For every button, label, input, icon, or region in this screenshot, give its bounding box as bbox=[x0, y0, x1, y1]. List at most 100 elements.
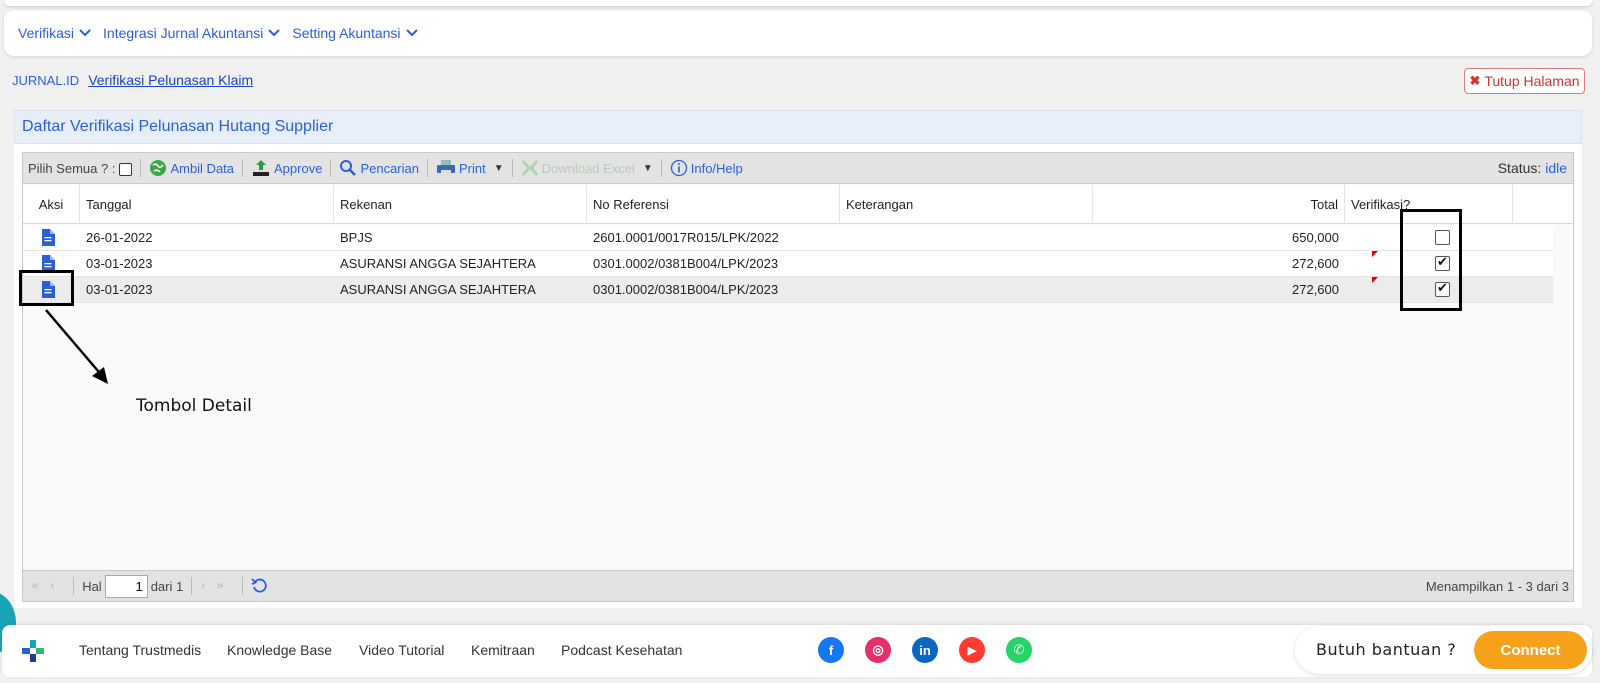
pager-divider bbox=[191, 577, 193, 595]
main-menu-bar: Verifikasi Integrasi Jurnal Akuntansi Se… bbox=[4, 10, 1592, 56]
table-header: Aksi Tanggal Rekenan No Referensi Ketera… bbox=[23, 185, 1573, 224]
menu-verifikasi-label: Verifikasi bbox=[18, 25, 75, 41]
prev-page-icon[interactable]: ‹ bbox=[50, 578, 56, 594]
col-tanggal[interactable]: Tanggal bbox=[80, 185, 334, 224]
cell-tanggal: 26-01-2022 bbox=[86, 230, 153, 245]
status-label: Status: bbox=[1497, 160, 1542, 176]
connect-button[interactable]: Connect bbox=[1474, 631, 1587, 669]
table-row[interactable]: 26-01-2022 BPJS 2601.0001/0017R015/LPK/2… bbox=[23, 225, 1553, 251]
cell-rekenan: ASURANSI ANGGA SEJAHTERA bbox=[340, 256, 536, 271]
breadcrumb-root[interactable]: JURNAL.ID bbox=[12, 73, 79, 88]
info-icon bbox=[670, 159, 687, 177]
close-page-button[interactable]: ✖ Tutup Halaman bbox=[1464, 68, 1585, 94]
menu-setting-akuntansi[interactable]: Setting Akuntansi bbox=[292, 25, 418, 41]
menu-verifikasi[interactable]: Verifikasi bbox=[18, 25, 91, 41]
toolbar-divider bbox=[242, 159, 244, 177]
pager-divider bbox=[242, 577, 244, 595]
col-aksi[interactable]: Aksi bbox=[23, 185, 80, 224]
menu-integrasi-jurnal[interactable]: Integrasi Jurnal Akuntansi bbox=[103, 25, 281, 41]
linkedin-icon[interactable]: in bbox=[912, 637, 938, 663]
next-page-icon[interactable]: › bbox=[200, 578, 206, 594]
last-page-icon[interactable]: » bbox=[216, 578, 225, 594]
cell-rekenan: ASURANSI ANGGA SEJAHTERA bbox=[340, 282, 536, 297]
cell-rekenan: BPJS bbox=[340, 230, 373, 245]
footer-link-video-tutorial[interactable]: Video Tutorial bbox=[359, 642, 444, 658]
cell-keterangan bbox=[840, 277, 846, 303]
cell-tanggal: 03-01-2023 bbox=[86, 256, 153, 271]
menu-setting-label: Setting Akuntansi bbox=[292, 25, 401, 41]
ambil-data-label: Ambil Data bbox=[170, 160, 235, 176]
facebook-icon[interactable]: f bbox=[818, 637, 844, 663]
pencarian-label: Pencarian bbox=[360, 160, 419, 176]
info-help-label: Info/Help bbox=[690, 160, 743, 176]
pager-info: Menampilkan 1 - 3 dari 3 bbox=[1425, 579, 1569, 594]
data-grid: Pilih Semua ? : Ambil Data Approve Penca… bbox=[22, 152, 1574, 602]
excel-icon bbox=[521, 160, 538, 176]
info-help-button[interactable]: Info/Help bbox=[670, 159, 743, 177]
help-text: Butuh bantuan ? bbox=[1316, 640, 1457, 659]
ambil-data-button[interactable]: Ambil Data bbox=[149, 159, 234, 177]
cell-no-referensi: 0301.0002/0381B004/LPK/2023 bbox=[593, 282, 779, 297]
footer-link-tentang[interactable]: Tentang Trustmedis bbox=[79, 642, 201, 658]
search-icon bbox=[340, 160, 357, 176]
chevron-down-icon bbox=[405, 29, 418, 37]
cell-no-referensi: 0301.0002/0381B004/LPK/2023 bbox=[593, 256, 779, 271]
menu-integrasi-label: Integrasi Jurnal Akuntansi bbox=[103, 25, 264, 41]
footer-link-kemitraan[interactable]: Kemitraan bbox=[471, 642, 535, 658]
first-page-icon[interactable]: « bbox=[31, 578, 40, 594]
col-no-referensi[interactable]: No Referensi bbox=[587, 185, 840, 224]
hal-label: Hal bbox=[82, 578, 102, 594]
grid-pager: « ‹ Hal dari 1 › » Menampilkan 1 - 3 dar… bbox=[23, 570, 1573, 601]
breadcrumb-current[interactable]: Verifikasi Pelunasan Klaim bbox=[88, 72, 253, 88]
cell-total: 272,600 bbox=[1292, 256, 1339, 271]
download-excel-label: Download Excel bbox=[541, 160, 635, 176]
toolbar-divider bbox=[426, 159, 428, 177]
page-title: Daftar Verifikasi Pelunasan Hutang Suppl… bbox=[22, 118, 334, 135]
annotation-box-detail bbox=[19, 270, 74, 306]
of-label: dari 1 bbox=[150, 578, 184, 594]
globe-icon bbox=[150, 160, 167, 176]
chevron-down-icon bbox=[268, 29, 281, 37]
close-page-label: Tutup Halaman bbox=[1484, 73, 1580, 89]
caret-down-icon: ▼ bbox=[642, 162, 653, 174]
trustmedis-logo-icon[interactable] bbox=[20, 638, 46, 664]
print-button[interactable]: Print ▼ bbox=[436, 159, 504, 177]
caret-down-icon: ▼ bbox=[493, 162, 504, 174]
document-icon[interactable] bbox=[41, 229, 55, 246]
chevron-down-icon bbox=[79, 29, 91, 37]
status-indicator: Status: idle bbox=[1498, 160, 1567, 176]
footer-link-knowledge-base[interactable]: Knowledge Base bbox=[227, 642, 332, 658]
annotation-box-verifikasi bbox=[1400, 209, 1462, 311]
footer-link-podcast[interactable]: Podcast Kesehatan bbox=[561, 642, 682, 658]
page-number-input[interactable] bbox=[104, 574, 148, 598]
youtube-icon[interactable]: ▶ bbox=[959, 637, 985, 663]
cell-keterangan bbox=[840, 225, 846, 251]
table-row[interactable]: 03-01-2023 ASURANSI ANGGA SEJAHTERA 0301… bbox=[23, 277, 1553, 303]
col-rekenan[interactable]: Rekenan bbox=[334, 185, 587, 224]
col-keterangan[interactable]: Keterangan bbox=[840, 185, 1093, 224]
cell-keterangan bbox=[840, 251, 846, 277]
toolbar-divider bbox=[660, 159, 662, 177]
footer: Tentang Trustmedis Knowledge Base Video … bbox=[2, 625, 1592, 677]
annotation-label: Tombol Detail bbox=[136, 396, 252, 416]
breadcrumb: JURNAL.ID Verifikasi Pelunasan Klaim bbox=[12, 72, 253, 88]
dirty-marker bbox=[1372, 251, 1378, 257]
printer-icon bbox=[436, 160, 455, 176]
toolbar-divider bbox=[140, 159, 142, 177]
pager-divider bbox=[73, 577, 75, 595]
toolbar-divider bbox=[511, 159, 513, 177]
download-excel-button[interactable]: Download Excel ▼ bbox=[521, 159, 653, 177]
table-row[interactable]: 03-01-2023 ASURANSI ANGGA SEJAHTERA 0301… bbox=[23, 251, 1553, 277]
select-all-checkbox[interactable] bbox=[119, 163, 133, 176]
annotation-arrow bbox=[45, 309, 108, 384]
pencarian-button[interactable]: Pencarian bbox=[339, 159, 419, 177]
instagram-icon[interactable]: ◎ bbox=[865, 637, 891, 663]
status-value: idle bbox=[1545, 160, 1567, 176]
cell-no-referensi: 2601.0001/0017R015/LPK/2022 bbox=[593, 230, 779, 245]
refresh-icon[interactable] bbox=[251, 577, 269, 595]
cell-total: 272,600 bbox=[1292, 282, 1339, 297]
approve-button[interactable]: Approve bbox=[251, 159, 322, 177]
upload-icon bbox=[253, 160, 270, 176]
col-total[interactable]: Total bbox=[1093, 185, 1345, 224]
whatsapp-icon[interactable]: ✆ bbox=[1006, 637, 1032, 663]
